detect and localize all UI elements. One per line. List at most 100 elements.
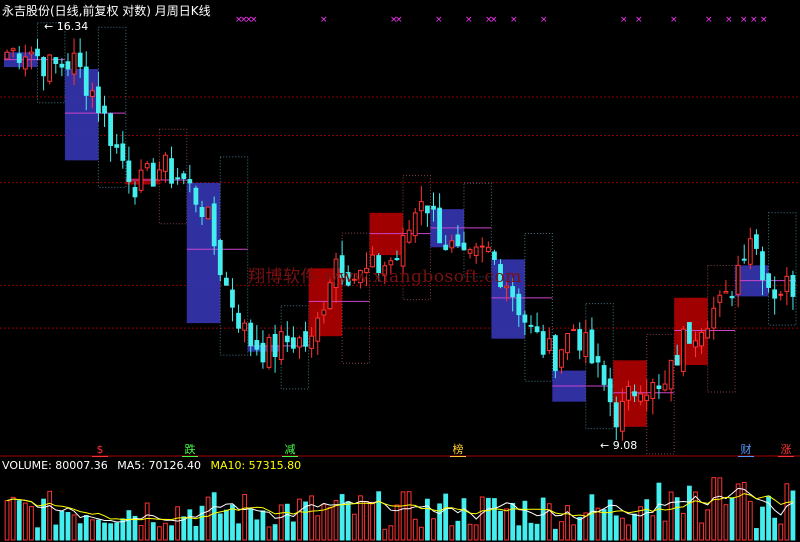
candle-body-84 bbox=[516, 293, 522, 316]
candle-body-77 bbox=[473, 246, 479, 256]
signal-marker-4: 财 bbox=[738, 443, 754, 457]
candle-body-118 bbox=[723, 290, 729, 294]
star-marker-17: × bbox=[725, 15, 733, 25]
candle-body-88 bbox=[540, 331, 546, 355]
volume-bar-1 bbox=[10, 496, 16, 541]
star-marker-14: × bbox=[635, 15, 643, 25]
candle-body-33 bbox=[205, 206, 211, 220]
volume-bar-127 bbox=[778, 523, 784, 541]
candle-body-103 bbox=[632, 391, 637, 397]
volume-bar-37 bbox=[230, 504, 235, 541]
candle-body-11 bbox=[71, 52, 77, 75]
candle-body-89 bbox=[546, 338, 552, 352]
candle-body-121 bbox=[741, 258, 747, 261]
candle-body-71 bbox=[437, 207, 442, 244]
candle-body-128 bbox=[784, 275, 790, 293]
candle-body-117 bbox=[717, 294, 723, 303]
star-marker-8: × bbox=[465, 15, 473, 25]
signal-marker-3: 榜 bbox=[450, 443, 466, 457]
volume-bar-92 bbox=[565, 505, 570, 541]
volume-bar-110 bbox=[674, 497, 680, 541]
volume-bar-120 bbox=[735, 483, 741, 541]
candle-body-8 bbox=[53, 57, 59, 65]
candle-body-119 bbox=[729, 295, 735, 299]
volume-bar-126 bbox=[772, 517, 778, 541]
volume-bar-39 bbox=[242, 493, 248, 541]
candle-body-13 bbox=[83, 66, 89, 96]
volume-bar-55 bbox=[339, 494, 345, 541]
candle-body-25 bbox=[156, 169, 162, 181]
candle-body-68 bbox=[418, 201, 424, 212]
signal-marker-2: 减 bbox=[282, 443, 298, 457]
candle-body-124 bbox=[760, 251, 765, 281]
volume-bar-13 bbox=[83, 515, 89, 541]
volume-bar-8 bbox=[53, 524, 59, 541]
star-marker-10: × bbox=[490, 15, 498, 25]
volume-bar-78 bbox=[479, 496, 485, 541]
monthly-frame-9 bbox=[585, 303, 614, 430]
volume-bar-66 bbox=[406, 491, 412, 541]
candle-body-47 bbox=[290, 337, 296, 349]
volume-bar-0 bbox=[4, 500, 10, 541]
candle-body-99 bbox=[607, 378, 613, 403]
candle-body-85 bbox=[522, 314, 528, 323]
signal-marker-0: $ bbox=[92, 443, 108, 457]
volume-bar-81 bbox=[498, 510, 503, 541]
volume-bar-48 bbox=[297, 498, 302, 541]
candle-body-67 bbox=[412, 212, 418, 237]
volume-bar-114 bbox=[699, 522, 704, 541]
volume-bar-100 bbox=[613, 515, 619, 541]
volume-legend: VOLUME: 80007.36 MA5: 70126.40 MA10: 573… bbox=[2, 459, 307, 472]
volume-bar-86 bbox=[528, 522, 534, 541]
volume-bar-40 bbox=[248, 508, 254, 541]
candle-body-127 bbox=[778, 293, 784, 296]
volume-bar-108 bbox=[662, 520, 668, 541]
candle-body-38 bbox=[236, 312, 241, 329]
chart-title: 永吉股份(日线,前复权 对数) 月周日K线 bbox=[2, 4, 211, 18]
volume-bar-53 bbox=[327, 506, 333, 541]
star-marker-4: × bbox=[320, 15, 328, 25]
volume-bar-9 bbox=[59, 510, 65, 541]
volume-bar-24 bbox=[150, 522, 156, 541]
volume-bar-85 bbox=[522, 500, 528, 541]
low-price-label: ← 9.08 bbox=[600, 439, 638, 452]
volume-bar-89 bbox=[546, 503, 552, 541]
candle-body-87 bbox=[534, 326, 540, 333]
star-marker-6: × bbox=[395, 15, 403, 25]
star-marker-18: × bbox=[740, 15, 748, 25]
candle-body-23 bbox=[144, 163, 150, 169]
volume-bar-17 bbox=[108, 523, 114, 541]
ma10-value: MA10: 57315.80 bbox=[210, 459, 302, 472]
weekly-box-1 bbox=[64, 68, 99, 161]
candle-body-94 bbox=[577, 329, 583, 351]
volume-bar-2 bbox=[16, 500, 22, 541]
volume-bar-105 bbox=[644, 499, 650, 541]
volume-bar-32 bbox=[199, 505, 205, 541]
candle-body-108 bbox=[662, 383, 668, 391]
star-marker-3: × bbox=[250, 15, 258, 25]
candle-body-17 bbox=[108, 113, 114, 146]
candle-body-110 bbox=[674, 355, 680, 366]
volume-bar-34 bbox=[211, 492, 217, 541]
volume-bar-50 bbox=[309, 495, 315, 541]
candle-body-76 bbox=[467, 249, 473, 254]
candle-body-44 bbox=[272, 333, 278, 358]
volume-bar-27 bbox=[169, 525, 174, 541]
ma5-value: MA5: 70126.40 bbox=[117, 459, 201, 472]
volume-bar-38 bbox=[236, 523, 241, 541]
volume-bar-67 bbox=[412, 518, 418, 541]
candle-body-74 bbox=[455, 234, 461, 247]
candle-body-52 bbox=[321, 309, 327, 316]
candle-body-79 bbox=[485, 246, 491, 253]
candle-body-98 bbox=[601, 365, 607, 385]
candle-body-78 bbox=[479, 245, 485, 248]
candle-body-73 bbox=[449, 240, 455, 249]
volume-bar-62 bbox=[382, 528, 388, 541]
volume-bar-11 bbox=[71, 514, 77, 541]
volume-bar-58 bbox=[358, 495, 363, 541]
candle-body-115 bbox=[705, 328, 711, 339]
volume-bar-128 bbox=[784, 483, 790, 541]
candle-body-7 bbox=[47, 54, 53, 82]
candle-body-14 bbox=[89, 90, 95, 97]
candle-body-40 bbox=[248, 322, 254, 347]
